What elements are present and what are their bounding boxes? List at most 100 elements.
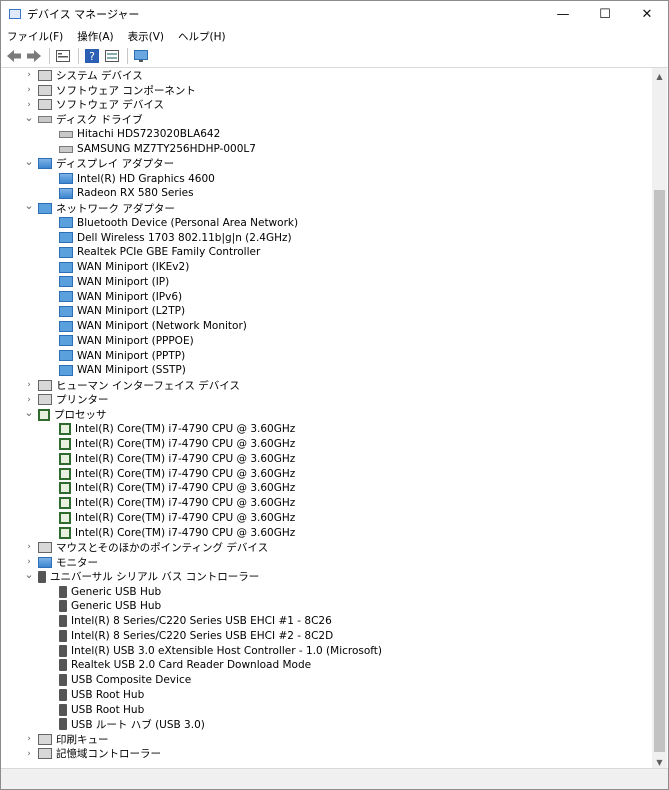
tree-category[interactable]: › マウスとそのほかのポインティング デバイス [5, 540, 650, 555]
processor-icon [59, 452, 71, 465]
chevron-right-icon[interactable]: › [23, 733, 35, 745]
menu-view[interactable]: 表示(V) [128, 29, 164, 44]
tree-device[interactable]: USB Root Hub [5, 688, 650, 703]
tree-device[interactable]: Intel(R) USB 3.0 eXtensible Host Control… [5, 643, 650, 658]
tree-device[interactable]: WAN Miniport (L2TP) [5, 304, 650, 319]
tree-device[interactable]: Intel(R) Core(TM) i7-4790 CPU @ 3.60GHz [5, 437, 650, 452]
tree-device[interactable]: Intel(R) Core(TM) i7-4790 CPU @ 3.60GHz [5, 481, 650, 496]
tree-category[interactable]: ⌄ ディスク ドライブ [5, 111, 650, 127]
tree-item-label: Intel(R) Core(TM) i7-4790 CPU @ 3.60GHz [75, 452, 296, 465]
menu-help[interactable]: ヘルプ(H) [178, 29, 226, 44]
toolbar-separator [78, 48, 79, 64]
tree-item-label: プリンター [56, 394, 109, 407]
tree-category[interactable]: › モニター [5, 555, 650, 570]
network-adapter-icon [59, 246, 73, 258]
network-adapter-icon [59, 335, 73, 347]
tree-device[interactable]: Intel(R) 8 Series/C220 Series USB EHCI #… [5, 614, 650, 629]
view-button[interactable] [103, 47, 121, 65]
tree-device[interactable]: Intel(R) Core(TM) i7-4790 CPU @ 3.60GHz [5, 452, 650, 467]
tree-device[interactable]: USB ルート ハブ (USB 3.0) [5, 717, 650, 732]
scan-hardware-button[interactable] [132, 47, 150, 65]
usb-icon [38, 570, 46, 583]
tree-device[interactable]: Intel(R) Core(TM) i7-4790 CPU @ 3.60GHz [5, 496, 650, 511]
tree-item-label: ユニバーサル シリアル バス コントローラー [50, 571, 260, 584]
tree-item-label: 印刷キュー [56, 733, 109, 746]
tree-item-label: Intel(R) Core(TM) i7-4790 CPU @ 3.60GHz [75, 423, 296, 436]
tree-device[interactable]: WAN Miniport (Network Monitor) [5, 319, 650, 334]
tree-device[interactable]: Hitachi HDS723020BLA642 [5, 127, 650, 142]
chevron-right-icon[interactable]: › [23, 748, 35, 760]
tree-device[interactable]: WAN Miniport (PPPOE) [5, 334, 650, 349]
chevron-right-icon[interactable]: › [23, 556, 35, 568]
disk-drive-icon [38, 116, 52, 124]
forward-button[interactable] [25, 47, 43, 65]
tree-device[interactable]: Generic USB Hub [5, 599, 650, 614]
disk-drive-icon [59, 130, 73, 138]
chevron-right-icon[interactable]: › [23, 394, 35, 406]
menu-file[interactable]: ファイル(F) [7, 29, 63, 44]
chevron-right-icon[interactable]: › [23, 379, 35, 391]
properties-button[interactable] [54, 47, 72, 65]
tree-device[interactable]: Intel(R) Core(TM) i7-4790 CPU @ 3.60GHz [5, 466, 650, 481]
tree-device[interactable]: Intel(R) Core(TM) i7-4790 CPU @ 3.60GHz [5, 511, 650, 526]
tree-category[interactable]: › システム デバイス [5, 68, 650, 83]
chevron-right-icon[interactable]: › [23, 69, 35, 81]
properties-icon [56, 50, 70, 62]
chevron-right-icon[interactable]: › [23, 84, 35, 96]
scroll-up-icon[interactable]: ▲ [652, 68, 667, 84]
tree-category[interactable]: › ソフトウェア デバイス [5, 98, 650, 113]
tree-device[interactable]: Radeon RX 580 Series [5, 186, 650, 201]
window-title: デバイス マネージャー [27, 8, 140, 21]
usb-icon [59, 688, 67, 701]
tree-device[interactable]: Intel(R) 8 Series/C220 Series USB EHCI #… [5, 629, 650, 644]
usb-icon [59, 659, 67, 672]
processor-icon [59, 467, 71, 480]
tree-device[interactable]: Intel(R) Core(TM) i7-4790 CPU @ 3.60GHz [5, 422, 650, 437]
menu-action[interactable]: 操作(A) [77, 29, 113, 44]
tree-device[interactable]: Realtek USB 2.0 Card Reader Download Mod… [5, 658, 650, 673]
chevron-right-icon[interactable]: › [23, 99, 35, 111]
tree-device[interactable]: WAN Miniport (SSTP) [5, 363, 650, 378]
chevron-down-icon[interactable]: ⌄ [23, 568, 35, 581]
tree-category[interactable]: › プリンター [5, 393, 650, 408]
chevron-right-icon[interactable]: › [23, 541, 35, 553]
tree-device[interactable]: Bluetooth Device (Personal Area Network) [5, 216, 650, 231]
tree-item-label: Intel(R) Core(TM) i7-4790 CPU @ 3.60GHz [75, 497, 296, 510]
tree-device[interactable]: Intel(R) HD Graphics 4600 [5, 171, 650, 186]
tree-device[interactable]: USB Composite Device [5, 673, 650, 688]
tree-category[interactable]: ⌄ プロセッサ [5, 406, 650, 422]
help-button[interactable]: ? [83, 47, 101, 65]
tree-item-label: WAN Miniport (PPPOE) [77, 334, 194, 347]
scroll-thumb[interactable] [654, 190, 665, 752]
toolbar-separator [127, 48, 128, 64]
tree-device[interactable]: WAN Miniport (IKEv2) [5, 260, 650, 275]
tree-device[interactable]: Realtek PCIe GBE Family Controller [5, 245, 650, 260]
minimize-button[interactable]: — [542, 1, 584, 27]
chevron-down-icon[interactable]: ⌄ [23, 155, 35, 168]
tree-category[interactable]: › 印刷キュー [5, 732, 650, 747]
tree-category[interactable]: › ソフトウェア コンポーネント [5, 83, 650, 98]
tree-category[interactable]: › ヒューマン インターフェイス デバイス [5, 378, 650, 393]
chevron-down-icon[interactable]: ⌄ [23, 406, 35, 419]
tree-category[interactable]: ⌄ ディスプレイ アダプター [5, 155, 650, 172]
tree-device[interactable]: SAMSUNG MZ7TY256HDHP-000L7 [5, 142, 650, 157]
tree-item-label: システム デバイス [56, 69, 143, 82]
tree-device[interactable]: WAN Miniport (IPv6) [5, 289, 650, 304]
network-adapter-icon [59, 232, 73, 244]
tree-device[interactable]: USB Root Hub [5, 702, 650, 717]
tree-category[interactable]: › 記憶域コントローラー [5, 747, 650, 762]
network-adapter-icon [59, 291, 73, 303]
chevron-down-icon[interactable]: ⌄ [23, 111, 35, 124]
back-button[interactable] [5, 47, 23, 65]
chevron-down-icon[interactable]: ⌄ [23, 199, 35, 212]
tree-device[interactable]: WAN Miniport (PPTP) [5, 348, 650, 363]
tree-device[interactable]: WAN Miniport (IP) [5, 275, 650, 290]
tree-category[interactable]: ⌄ ユニバーサル シリアル バス コントローラー [5, 568, 650, 585]
close-button[interactable]: ✕ [626, 1, 668, 27]
tree-device[interactable]: Generic USB Hub [5, 584, 650, 599]
maximize-button[interactable]: ☐ [584, 1, 626, 27]
tree-device[interactable]: Intel(R) Core(TM) i7-4790 CPU @ 3.60GHz [5, 525, 650, 540]
tree-device[interactable]: Dell Wireless 1703 802.11b|g|n (2.4GHz) [5, 230, 650, 245]
tree-category[interactable]: ⌄ ネットワーク アダプター [5, 199, 650, 216]
vertical-scrollbar[interactable]: ▲ ▼ [652, 68, 667, 770]
